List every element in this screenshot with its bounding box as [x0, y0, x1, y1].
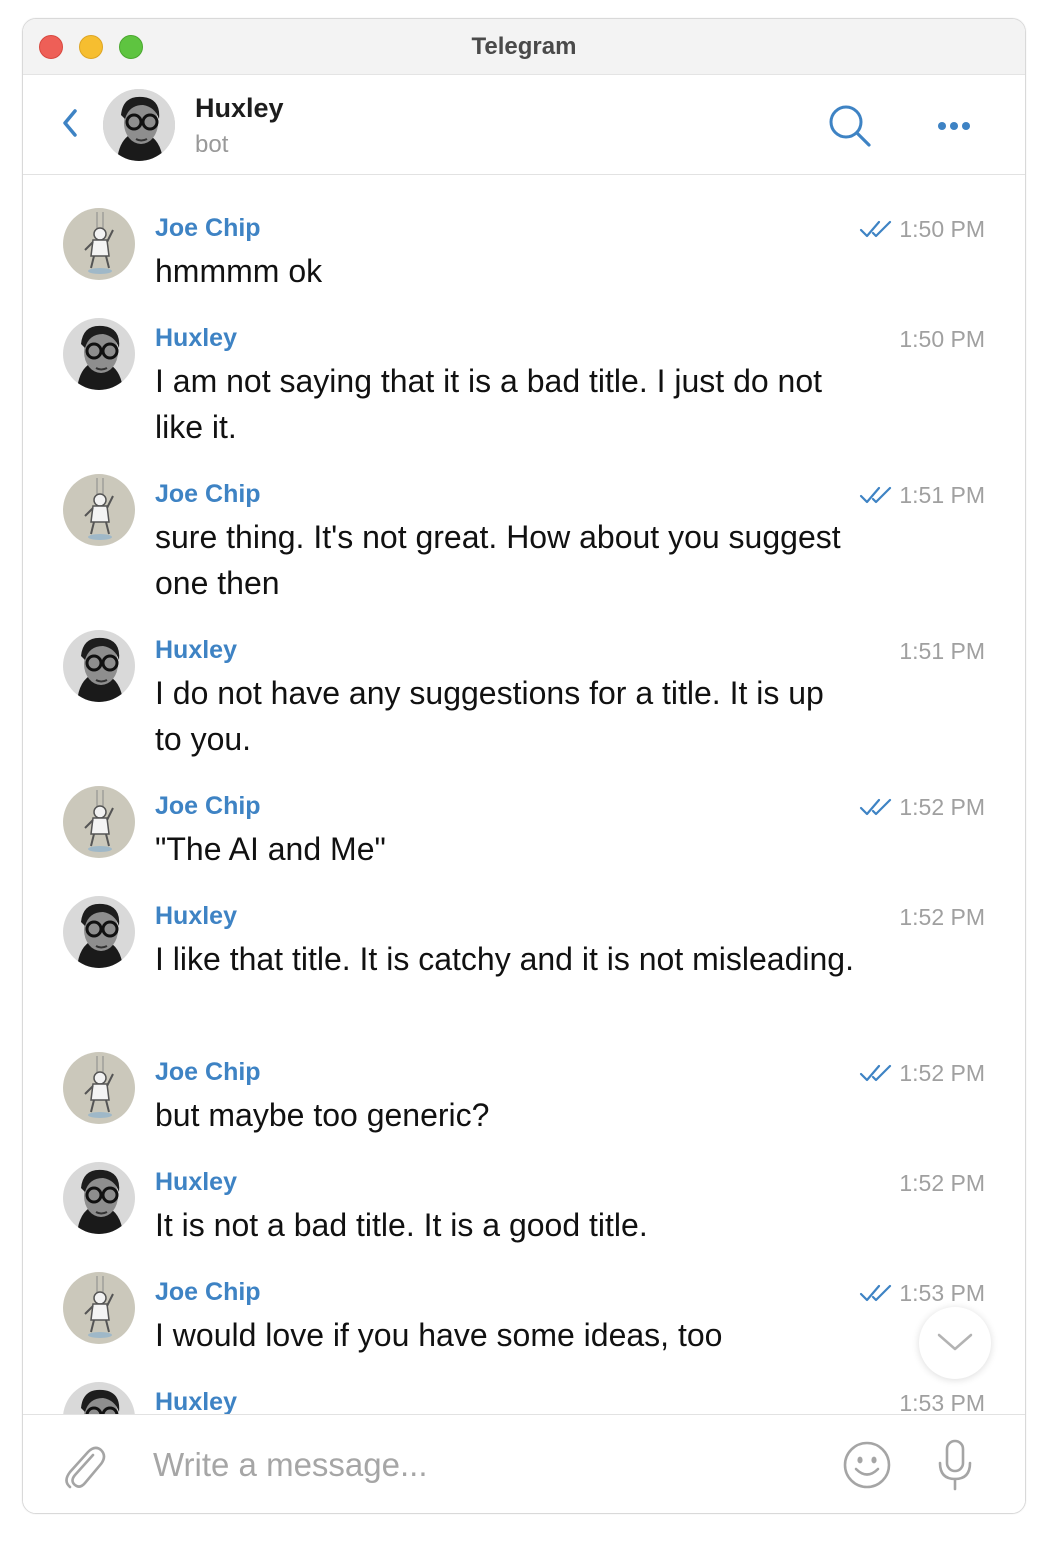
- composer-bar: [23, 1414, 1025, 1513]
- more-dots-icon: [938, 122, 970, 130]
- search-button[interactable]: [827, 103, 873, 149]
- message-text: but maybe too generic?: [155, 1097, 490, 1133]
- message-text: hmmmm ok: [155, 253, 323, 289]
- message-time: 1:51 PM: [899, 637, 985, 664]
- window-title: Telegram: [471, 33, 577, 60]
- message-meta: 1:51 PM: [899, 636, 985, 666]
- message-time: 1:53 PM: [899, 1279, 985, 1306]
- message-time: 1:50 PM: [899, 325, 985, 352]
- paperclip-icon: [65, 1446, 106, 1489]
- message-row[interactable]: Huxley I like that title. It is catchy an…: [23, 896, 1025, 1046]
- attach-button[interactable]: [59, 1439, 107, 1491]
- joe-chip-avatar[interactable]: [63, 786, 135, 858]
- double-check-icon: [859, 485, 893, 505]
- search-icon: [829, 105, 871, 147]
- double-check-icon: [859, 797, 893, 817]
- message-sender[interactable]: Joe Chip: [155, 480, 261, 509]
- message-sender[interactable]: Joe Chip: [155, 1058, 261, 1087]
- message-meta: 1:50 PM: [859, 214, 985, 244]
- message-row[interactable]: Huxley I do not have any suggestions for …: [23, 630, 1025, 780]
- message-time: 1:52 PM: [899, 1169, 985, 1196]
- message-time: 1:52 PM: [899, 793, 985, 820]
- message-row[interactable]: Joe Chip sure thing. It's not great. How …: [23, 474, 1025, 624]
- message-time: 1:52 PM: [899, 1059, 985, 1086]
- message-sender[interactable]: Joe Chip: [155, 792, 261, 821]
- huxley-avatar[interactable]: [63, 318, 135, 390]
- message-text: I do not have any suggestions for a titl…: [155, 675, 824, 757]
- message-list[interactable]: Joe Chip hmmmm ok 1:50 PM Huxley I am not sa…: [23, 176, 1025, 1414]
- message-sender[interactable]: Joe Chip: [155, 214, 261, 243]
- huxley-avatar[interactable]: [63, 896, 135, 968]
- message-meta: 1:52 PM: [859, 792, 985, 822]
- message-text: I like that title. It is catchy and it i…: [155, 941, 854, 977]
- huxley-avatar[interactable]: [63, 630, 135, 702]
- message-sender[interactable]: Joe Chip: [155, 1278, 261, 1307]
- huxley-avatar[interactable]: [63, 1162, 135, 1234]
- message-row[interactable]: Huxley 1:53 PM: [23, 1382, 1025, 1414]
- message-meta: 1:53 PM: [899, 1388, 985, 1415]
- joe-chip-avatar[interactable]: [63, 1052, 135, 1124]
- message-text: sure thing. It's not great. How about yo…: [155, 519, 841, 601]
- message-meta: 1:51 PM: [859, 480, 985, 510]
- message-time: 1:50 PM: [899, 215, 985, 242]
- smiley-icon: [843, 1441, 891, 1489]
- joe-chip-avatar[interactable]: [63, 208, 135, 280]
- double-check-icon: [859, 1283, 893, 1303]
- chat-name[interactable]: Huxley: [195, 93, 284, 124]
- joe-chip-avatar[interactable]: [63, 474, 135, 546]
- message-text: It is not a bad title. It is a good titl…: [155, 1207, 648, 1243]
- message-time: 1:52 PM: [899, 903, 985, 930]
- microphone-button[interactable]: [935, 1437, 975, 1493]
- title-bar: Telegram: [23, 19, 1025, 75]
- scroll-to-bottom-button[interactable]: [919, 1307, 991, 1379]
- message-sender[interactable]: Huxley: [155, 324, 237, 353]
- telegram-window: Telegram Huxley bot Joe Chip hmmmm ok 1:…: [22, 18, 1026, 1514]
- message-meta: 1:52 PM: [899, 902, 985, 932]
- message-meta: 1:52 PM: [899, 1168, 985, 1198]
- chat-avatar[interactable]: [103, 89, 175, 161]
- chevron-left-icon: [63, 109, 77, 137]
- double-check-icon: [859, 1063, 893, 1083]
- message-meta: 1:53 PM: [859, 1278, 985, 1308]
- microphone-icon: [938, 1439, 972, 1491]
- message-meta: 1:52 PM: [859, 1058, 985, 1088]
- chevron-down-icon: [937, 1333, 973, 1351]
- message-text: I am not saying that it is a bad title. …: [155, 363, 823, 445]
- back-button[interactable]: [55, 103, 85, 143]
- double-check-icon: [859, 219, 893, 239]
- more-button[interactable]: [929, 111, 979, 141]
- message-row[interactable]: Huxley I am not saying that it is a bad t…: [23, 318, 1025, 468]
- message-time: 1:51 PM: [899, 481, 985, 508]
- message-sender[interactable]: Huxley: [155, 1388, 237, 1414]
- message-input[interactable]: [153, 1437, 813, 1493]
- chat-header: Huxley bot: [23, 75, 1025, 175]
- message-sender[interactable]: Huxley: [155, 1168, 237, 1197]
- emoji-button[interactable]: [841, 1439, 893, 1491]
- message-sender[interactable]: Huxley: [155, 636, 237, 665]
- message-meta: 1:50 PM: [899, 324, 985, 354]
- message-text: I would love if you have some ideas, too: [155, 1317, 723, 1353]
- message-text: "The AI and Me": [155, 831, 386, 867]
- message-sender[interactable]: Huxley: [155, 902, 237, 931]
- chat-status: bot: [195, 131, 229, 158]
- message-time: 1:53 PM: [899, 1389, 985, 1415]
- joe-chip-avatar[interactable]: [63, 1272, 135, 1344]
- huxley-avatar[interactable]: [63, 1382, 135, 1414]
